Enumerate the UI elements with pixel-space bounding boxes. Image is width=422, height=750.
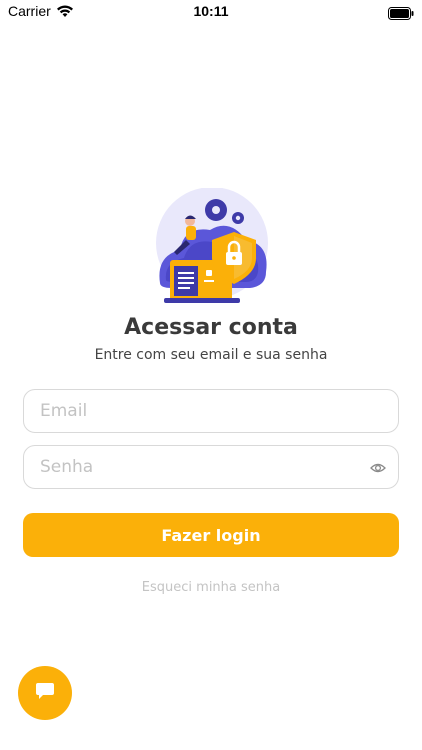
page-subtitle: Entre com seu email e sua senha [94, 347, 328, 363]
small-gear-icon [232, 212, 244, 224]
password-field-container [23, 445, 399, 489]
gear-icon [205, 199, 227, 221]
forgot-password-link[interactable]: Esqueci minha senha [0, 580, 422, 595]
security-illustration [150, 187, 272, 306]
status-bar: Carrier 10:11 [0, 0, 422, 26]
clock-time: 10:11 [193, 3, 229, 19]
password-input[interactable] [40, 446, 360, 488]
page-title: Acessar conta [124, 315, 298, 340]
eye-icon[interactable] [370, 460, 386, 479]
email-input[interactable] [40, 390, 360, 432]
email-field-container [23, 389, 399, 433]
battery-icon [388, 5, 414, 24]
login-button[interactable]: Fazer login [23, 513, 399, 557]
chat-button[interactable] [18, 666, 72, 720]
chat-bubble-icon [35, 682, 55, 704]
